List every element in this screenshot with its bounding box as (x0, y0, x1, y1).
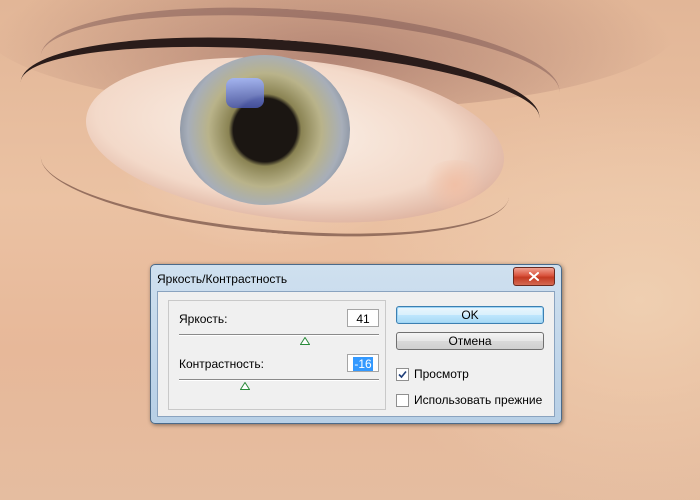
close-icon (529, 272, 539, 281)
preview-label: Просмотр (414, 367, 469, 381)
brightness-contrast-dialog: Яркость/Контрастность Яркость: 41 Контра… (150, 264, 562, 424)
contrast-input[interactable]: -16 (347, 354, 379, 372)
contrast-slider-thumb[interactable] (240, 382, 250, 390)
dialog-title: Яркость/Контрастность (157, 272, 288, 286)
brightness-slider-thumb[interactable] (300, 337, 310, 345)
close-button[interactable] (513, 267, 555, 286)
use-legacy-label: Использовать прежние (414, 393, 543, 407)
dialog-titlebar[interactable]: Яркость/Контрастность (151, 265, 561, 291)
background-photo (0, 0, 700, 500)
adjustments-group: Яркость: 41 Контрастность: -16 (168, 300, 386, 410)
brightness-label: Яркость: (179, 312, 228, 326)
checkmark-icon (398, 370, 407, 378)
contrast-slider-track[interactable] (179, 379, 379, 381)
ok-button[interactable]: OK (396, 306, 544, 324)
dialog-content: Яркость: 41 Контрастность: -16 OK Отмена (157, 291, 555, 417)
contrast-label: Контрастность: (179, 357, 265, 371)
use-legacy-checkbox-row[interactable]: Использовать прежние (396, 393, 542, 407)
preview-checkbox[interactable] (396, 367, 409, 381)
brightness-input[interactable]: 41 (347, 309, 379, 327)
cancel-button[interactable]: Отмена (396, 332, 544, 350)
eye-inner-corner (420, 160, 490, 210)
use-legacy-checkbox[interactable] (396, 393, 409, 407)
brightness-slider-track[interactable] (179, 334, 379, 336)
preview-checkbox-row[interactable]: Просмотр (396, 367, 469, 381)
